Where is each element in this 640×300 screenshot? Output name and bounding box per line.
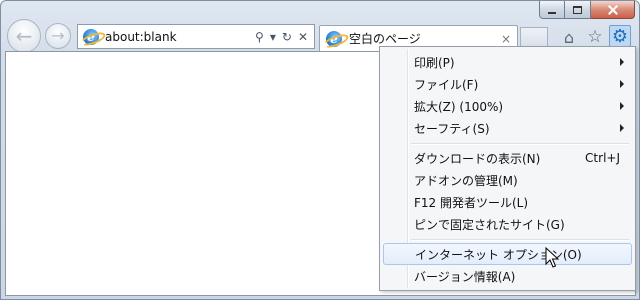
minimize-button[interactable]	[539, 1, 565, 19]
tools-menu: 印刷(P) ファイル(F) 拡大(Z) (100%) セーフティ(S) ダウンロ…	[379, 46, 636, 291]
menu-item-label: ファイル(F)	[414, 77, 479, 92]
ie-tab-icon: e	[326, 30, 342, 47]
search-icon[interactable]: ⚲	[255, 30, 264, 44]
home-icon[interactable]: ⌂	[559, 27, 579, 47]
minimize-icon	[548, 11, 556, 14]
dropdown-icon[interactable]: ▾	[270, 30, 276, 44]
menu-item-label: ピンで固定されたサイト(G)	[414, 217, 565, 232]
menu-separator	[411, 143, 629, 145]
submenu-arrow-icon	[620, 102, 624, 110]
menu-item-developer-tools[interactable]: F12 開発者ツール(L)	[383, 191, 632, 213]
address-url[interactable]: about:blank	[105, 30, 255, 44]
submenu-arrow-icon	[620, 58, 624, 66]
menu-item-label: セーフティ(S)	[414, 121, 490, 136]
menu-separator	[411, 239, 629, 241]
forward-arrow-icon: →	[51, 26, 65, 45]
back-button[interactable]: ←	[7, 19, 41, 53]
close-icon	[608, 5, 618, 15]
ie-page-icon: e	[83, 28, 99, 45]
menu-item-label: アドオンの管理(M)	[414, 173, 518, 188]
menu-item-about[interactable]: バージョン情報(A)	[383, 265, 632, 287]
tab-title: 空白のページ	[349, 32, 421, 46]
menu-item-file[interactable]: ファイル(F)	[383, 73, 632, 95]
submenu-arrow-icon	[620, 124, 624, 132]
maximize-icon	[573, 5, 582, 14]
stop-icon[interactable]: ✕	[298, 30, 308, 44]
menu-item-safety[interactable]: セーフティ(S)	[383, 117, 632, 139]
browser-window: ← → e about:blank ⚲ ▾ ↻ ✕ e 空白のページ × ⌂ ☆…	[0, 0, 640, 300]
menu-item-internet-options[interactable]: インターネット オプション(O)	[383, 243, 632, 265]
mouse-pointer-icon	[545, 247, 559, 268]
address-bar[interactable]: e about:blank ⚲ ▾ ↻ ✕	[77, 24, 315, 49]
refresh-icon[interactable]: ↻	[282, 30, 292, 44]
menu-item-pinned-sites[interactable]: ピンで固定されたサイト(G)	[383, 213, 632, 235]
close-window-button[interactable]	[591, 1, 635, 19]
maximize-button[interactable]	[565, 1, 591, 19]
menu-item-label: F12 開発者ツール(L)	[414, 195, 529, 210]
menu-item-label: ダウンロードの表示(N)	[414, 151, 541, 166]
back-arrow-icon: ←	[15, 24, 33, 48]
menu-item-shortcut: Ctrl+J	[585, 151, 620, 165]
caption-buttons	[539, 1, 635, 20]
submenu-arrow-icon	[620, 80, 624, 88]
menu-item-zoom[interactable]: 拡大(Z) (100%)	[383, 95, 632, 117]
menu-item-view-downloads[interactable]: ダウンロードの表示(N) Ctrl+J	[383, 147, 632, 169]
menu-item-print[interactable]: 印刷(P)	[383, 51, 632, 73]
menu-item-label: 拡大(Z) (100%)	[414, 99, 504, 114]
favorites-star-icon[interactable]: ☆	[585, 27, 605, 47]
menu-item-label: バージョン情報(A)	[414, 269, 516, 284]
tab-close-icon[interactable]: ×	[501, 32, 511, 46]
menu-item-manage-addons[interactable]: アドオンの管理(M)	[383, 169, 632, 191]
menu-item-label: 印刷(P)	[414, 55, 455, 70]
forward-button[interactable]: →	[45, 23, 71, 49]
tools-gear-icon[interactable]: ⚙	[609, 25, 631, 47]
